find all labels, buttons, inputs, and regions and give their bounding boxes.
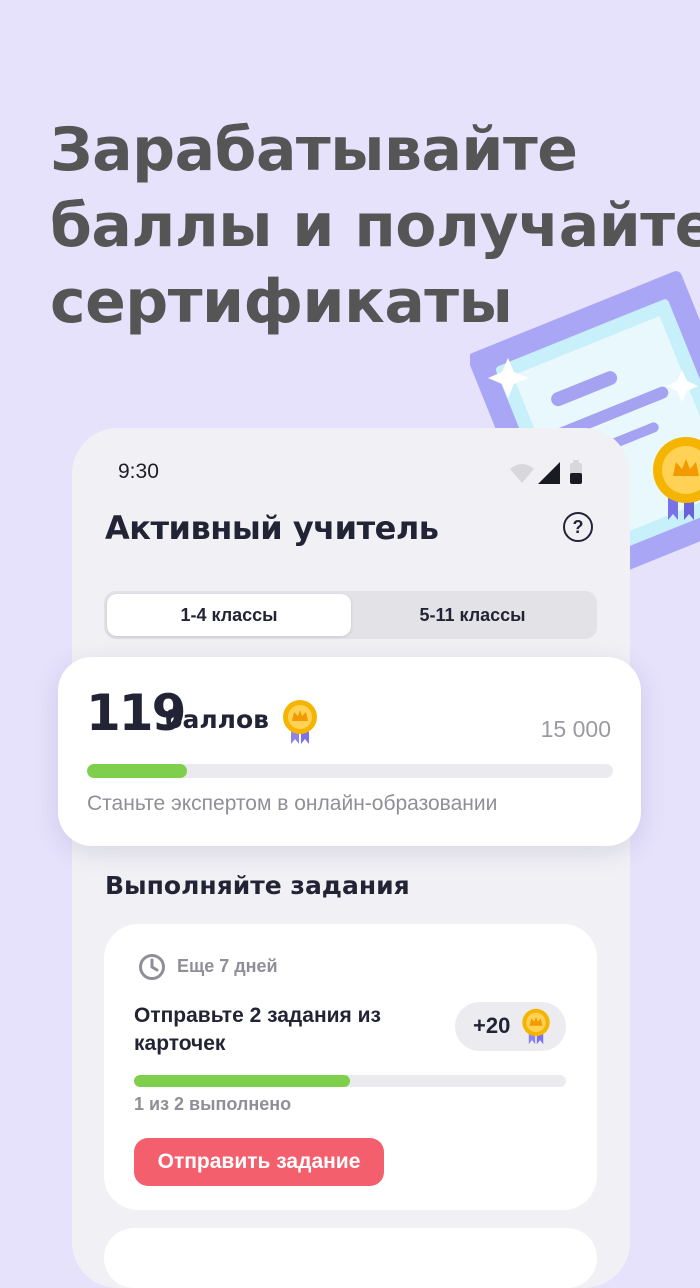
task-progress-fill (134, 1075, 350, 1087)
points-subtitle: Станьте экспертом в онлайн-образовании (87, 792, 498, 815)
tab-grades-5-11[interactable]: 5-11 классы (351, 594, 594, 636)
task-deadline: Еще 7 дней (177, 956, 278, 976)
medal-icon (283, 700, 317, 744)
battery-icon (570, 460, 582, 484)
headline-line-1: Зарабатывайте (50, 115, 578, 185)
send-task-button[interactable]: Отправить задание (134, 1138, 384, 1186)
points-goal: 15 000 (540, 716, 611, 742)
headline-line-2: баллы и получайте (50, 191, 700, 261)
points-unit: баллов (165, 705, 269, 734)
points-progress-fill (87, 764, 187, 778)
task-description: Отправьте 2 задания из карточек (134, 1004, 381, 1055)
reward-points: +20 (473, 1013, 511, 1038)
wifi-icon (510, 464, 534, 483)
clock-icon (139, 954, 165, 980)
app-title: Активный учитель (105, 509, 439, 547)
grade-tabs: 1-4 классы 5-11 классы (104, 591, 597, 639)
signal-icon (538, 462, 560, 484)
task-progress-text: 1 из 2 выполнено (134, 1094, 292, 1114)
next-task-card (104, 1228, 597, 1288)
status-time: 9:30 (118, 460, 159, 483)
task-progress-bar (134, 1075, 566, 1087)
tasks-section-title: Выполняйте задания (105, 871, 410, 900)
points-progress-bar (87, 764, 613, 778)
medal-icon (522, 1008, 550, 1045)
tab-grades-1-4[interactable]: 1-4 классы (107, 594, 351, 636)
status-icons (510, 460, 582, 484)
help-icon[interactable]: ? (563, 512, 593, 542)
